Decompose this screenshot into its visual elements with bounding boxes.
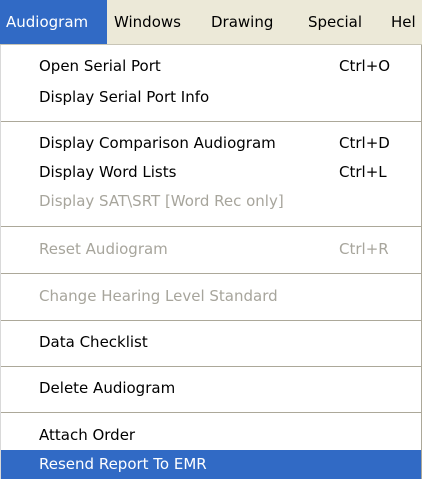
menu-item-display-serial-port-info[interactable]: Display Serial Port Info	[1, 83, 421, 112]
menu-item-label: Resend Report To EMR	[39, 455, 207, 473]
menu-separator	[1, 121, 421, 123]
menu-separator	[1, 320, 421, 322]
menu-item-label: Attach Order	[39, 426, 136, 444]
menu-item-open-serial-port[interactable]: Open Serial Port Ctrl+O	[1, 52, 421, 81]
menu-item-display-word-lists[interactable]: Display Word Lists Ctrl+L	[1, 158, 421, 187]
menu-item-label: Display Word Lists	[39, 163, 177, 181]
menu-separator	[1, 366, 421, 368]
menu-item-label: Data Checklist	[39, 333, 148, 351]
menu-item-label: Display Serial Port Info	[39, 88, 210, 106]
menu-separator	[1, 273, 421, 275]
menu-item-display-sat-srt: Display SAT\SRT [Word Rec only]	[1, 187, 421, 216]
menu-item-resend-report-to-emr[interactable]: Resend Report To EMR	[1, 450, 421, 479]
menu-windows[interactable]: Windows	[114, 0, 181, 44]
menu-item-reset-audiogram: Reset Audiogram Ctrl+R	[1, 235, 421, 264]
menu-item-shortcut: Ctrl+R	[339, 240, 389, 258]
menu-item-data-checklist[interactable]: Data Checklist	[1, 328, 421, 357]
menu-item-shortcut: Ctrl+D	[339, 134, 390, 152]
menu-item-attach-order[interactable]: Attach Order	[1, 421, 421, 450]
menu-item-label: Display Comparison Audiogram	[39, 134, 276, 152]
menu-item-shortcut: Ctrl+L	[339, 163, 387, 181]
menu-bar: Audiogram Windows Drawing Special Hel	[0, 0, 422, 45]
menu-separator	[1, 226, 421, 228]
menu-item-shortcut: Ctrl+O	[339, 57, 391, 75]
menu-special[interactable]: Special	[308, 0, 362, 44]
menu-item-delete-audiogram[interactable]: Delete Audiogram	[1, 374, 421, 403]
menu-item-label: Delete Audiogram	[39, 379, 176, 397]
menu-item-display-comparison-audiogram[interactable]: Display Comparison Audiogram Ctrl+D	[1, 129, 421, 158]
menu-help[interactable]: Hel	[391, 0, 416, 44]
menu-item-change-hearing-level-standard: Change Hearing Level Standard	[1, 282, 421, 311]
menu-audiogram[interactable]: Audiogram	[0, 0, 107, 44]
menu-item-label: Change Hearing Level Standard	[39, 287, 278, 305]
menu-item-label: Display SAT\SRT [Word Rec only]	[39, 192, 284, 210]
menu-item-label: Open Serial Port	[39, 57, 161, 75]
menu-separator	[1, 412, 421, 414]
menu-item-label: Reset Audiogram	[39, 240, 168, 258]
audiogram-dropdown-menu: Open Serial Port Ctrl+O Display Serial P…	[0, 45, 422, 479]
menu-drawing[interactable]: Drawing	[211, 0, 273, 44]
